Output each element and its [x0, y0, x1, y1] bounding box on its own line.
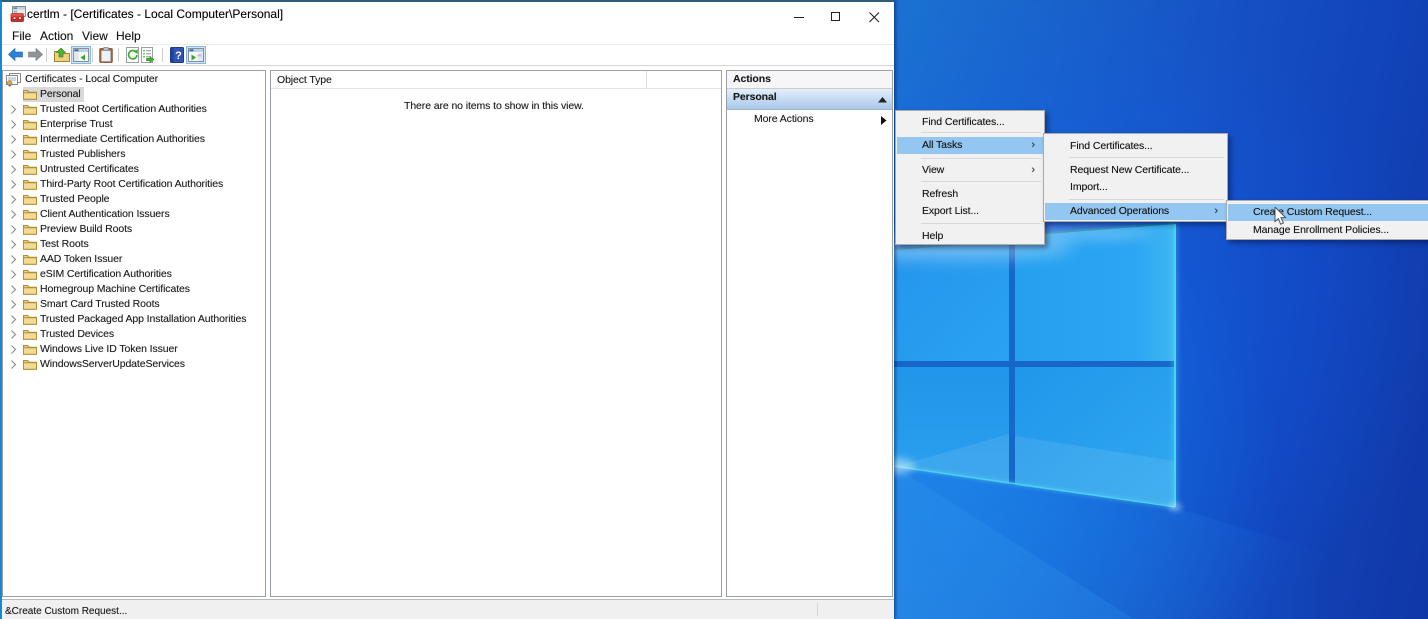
svg-text:?: ?	[175, 50, 182, 62]
